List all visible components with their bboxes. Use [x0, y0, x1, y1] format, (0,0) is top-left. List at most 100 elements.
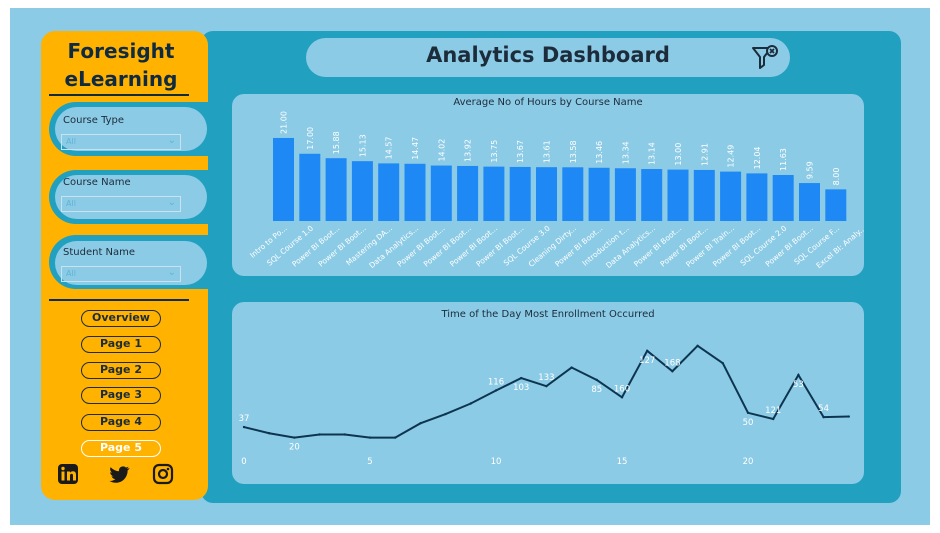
bar-data-label: 12.49 [727, 145, 736, 168]
clear-filter-icon[interactable] [750, 42, 780, 72]
line-data-label: 53 [793, 380, 804, 390]
enrollment-line [243, 344, 849, 439]
twitter-icon[interactable] [108, 463, 130, 485]
dropdown-value: All [66, 199, 76, 208]
line-point[interactable] [394, 436, 397, 439]
x-tick-label: 0 [241, 457, 246, 467]
bar-data-label: 13.75 [490, 140, 499, 163]
line-data-label: 168 [664, 358, 680, 368]
bar[interactable] [746, 173, 768, 221]
line-point[interactable] [268, 432, 271, 435]
nav-page-2-button[interactable]: Page 2 [81, 362, 161, 379]
student-name-dropdown[interactable]: All ⌄ [61, 266, 181, 282]
bar[interactable] [588, 167, 610, 221]
line-point[interactable] [545, 384, 548, 388]
bar-data-label: 13.46 [595, 141, 604, 164]
line-point[interactable] [646, 349, 649, 352]
bar[interactable] [299, 153, 321, 221]
bar-data-label: 13.00 [674, 143, 683, 166]
bar[interactable] [772, 175, 794, 221]
bar[interactable] [825, 189, 847, 221]
slicer-label-student-name: Student Name [63, 247, 136, 258]
course-type-dropdown[interactable]: All ⌄ [61, 134, 181, 150]
dropdown-value: All [66, 137, 76, 146]
line-point[interactable] [620, 396, 624, 399]
bar-chart-panel: Average No of Hours by Course Name 21.00… [232, 94, 864, 276]
bar[interactable] [641, 169, 663, 221]
bar[interactable] [404, 163, 426, 221]
line-point[interactable] [847, 415, 850, 418]
line-point[interactable] [696, 344, 699, 348]
line-point[interactable] [293, 436, 296, 439]
x-tick-label: 10 [491, 457, 502, 467]
bar-data-label: 13.61 [543, 140, 552, 163]
nav-page-4-button[interactable]: Page 4 [81, 414, 161, 431]
line-point[interactable] [444, 412, 447, 416]
header: Analytics Dashboard [306, 38, 790, 77]
bar-data-label: 15.13 [358, 134, 367, 157]
line-data-label: 20 [289, 443, 300, 453]
line-point[interactable] [721, 362, 724, 365]
line-chart-panel: Time of the Day Most Enrollment Occurred… [232, 302, 864, 484]
line-point[interactable] [797, 373, 800, 377]
bar[interactable] [273, 137, 294, 221]
line-point[interactable] [570, 366, 573, 369]
line-point[interactable] [822, 415, 825, 419]
line-point[interactable] [368, 436, 372, 439]
line-point[interactable] [746, 411, 750, 414]
bar-data-label: 14.57 [385, 136, 394, 159]
bar-data-label: 12.04 [753, 146, 762, 169]
bar[interactable] [483, 166, 505, 221]
bar[interactable] [536, 167, 557, 221]
chevron-down-icon: ⌄ [167, 197, 176, 208]
bar-data-label: 14.47 [411, 137, 420, 160]
chevron-down-icon: ⌄ [167, 267, 176, 278]
line-data-label: 103 [513, 383, 529, 393]
instagram-icon[interactable] [152, 463, 174, 485]
nav-page-3-button[interactable]: Page 3 [81, 387, 161, 404]
bar[interactable] [430, 165, 452, 221]
bar-data-label: 17.00 [306, 127, 315, 150]
line-point[interactable] [772, 417, 775, 421]
line-data-label: 127 [639, 356, 655, 366]
bar[interactable] [614, 168, 636, 221]
bar[interactable] [720, 171, 742, 221]
line-point[interactable] [343, 433, 346, 436]
line-data-label: 116 [488, 377, 504, 387]
line-point[interactable] [494, 389, 498, 392]
line-point[interactable] [469, 402, 472, 405]
bar[interactable] [799, 183, 820, 221]
bar-data-label: 13.67 [516, 140, 525, 163]
bar[interactable] [509, 166, 531, 221]
x-tick-label: 5 [367, 457, 372, 467]
nav-overview-button[interactable]: Overview [81, 310, 161, 327]
bar-data-label: 13.92 [464, 139, 473, 162]
line-point[interactable] [318, 433, 321, 436]
slicer-label-course-type: Course Type [63, 115, 125, 126]
line-data-label: 54 [818, 404, 829, 414]
bar[interactable] [457, 165, 479, 221]
line-point[interactable] [419, 422, 422, 425]
bar[interactable] [667, 169, 689, 221]
bar-data-label: 9.59 [806, 161, 815, 179]
brand-logo-text: Foresight eLearning [41, 37, 201, 93]
line-point[interactable] [242, 425, 246, 429]
bar[interactable] [693, 169, 715, 221]
bar[interactable] [562, 167, 584, 221]
nav-page-1-button[interactable]: Page 1 [81, 336, 161, 353]
bar[interactable] [378, 163, 400, 221]
line-data-label: 160 [614, 384, 630, 394]
line-point[interactable] [595, 378, 598, 382]
line-point[interactable] [520, 376, 523, 380]
course-name-dropdown[interactable]: All ⌄ [61, 196, 181, 212]
bar-data-label: 8.00 [832, 168, 841, 186]
bar[interactable] [325, 158, 347, 221]
line-data-label: 121 [765, 406, 781, 416]
bar-chart: 21.00 17.00 15.88 15.13 14.57 14.47 14.02 13.92… [248, 111, 864, 270]
bar-data-label: 14.02 [437, 139, 446, 162]
nav-page-5-button[interactable]: Page 5 [81, 440, 161, 457]
page-title: Analytics Dashboard [426, 43, 670, 67]
line-point[interactable] [671, 370, 674, 373]
linkedin-icon[interactable] [57, 463, 79, 485]
bar[interactable] [351, 161, 373, 221]
